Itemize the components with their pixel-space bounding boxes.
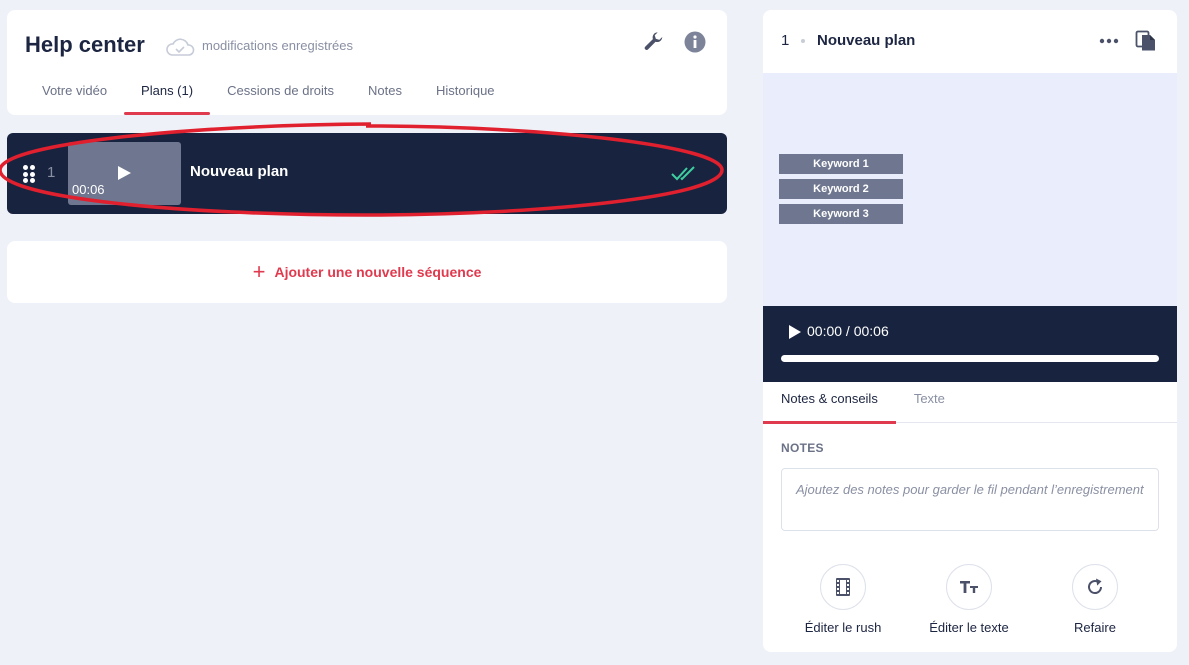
keyword-tag: Keyword 1 bbox=[779, 154, 903, 174]
add-sequence-label: Ajouter une nouvelle séquence bbox=[274, 264, 482, 280]
notes-heading: NOTES bbox=[781, 441, 824, 455]
tab-plans[interactable]: Plans (1) bbox=[124, 78, 211, 115]
header-card: Help center modifications enregistrées V… bbox=[7, 10, 727, 115]
tab-cessions-de-droits[interactable]: Cessions de droits bbox=[210, 78, 351, 115]
save-status: modifications enregistrées bbox=[202, 38, 354, 53]
panel-plan-number: 1 bbox=[781, 32, 790, 49]
play-icon[interactable] bbox=[789, 325, 801, 339]
sequence-thumbnail[interactable]: 00:06 bbox=[68, 142, 181, 205]
double-check-icon bbox=[671, 166, 695, 181]
tab-votre-video[interactable]: Votre vidéo bbox=[25, 78, 124, 115]
copy-icon[interactable] bbox=[1135, 30, 1157, 52]
panel-tabs: Notes & conseils Texte bbox=[763, 382, 1177, 424]
text-format-icon bbox=[960, 581, 978, 593]
tab-historique[interactable]: Historique bbox=[419, 78, 512, 115]
notes-input[interactable] bbox=[781, 468, 1159, 531]
more-options-icon[interactable] bbox=[1098, 34, 1120, 48]
tab-texte[interactable]: Texte bbox=[896, 382, 963, 423]
video-preview: Keyword 1 Keyword 2 Keyword 3 bbox=[763, 73, 1177, 306]
sequence-number: 1 bbox=[47, 164, 56, 181]
redo-button[interactable]: Refaire bbox=[1035, 564, 1155, 635]
panel-plan-title: Nouveau plan bbox=[817, 32, 916, 49]
play-icon[interactable] bbox=[118, 166, 131, 180]
info-icon[interactable] bbox=[684, 31, 706, 53]
plus-icon: + bbox=[252, 259, 266, 284]
drag-handle-icon[interactable] bbox=[23, 165, 35, 183]
film-icon bbox=[836, 578, 850, 596]
redo-label: Refaire bbox=[1074, 620, 1116, 635]
wrench-icon[interactable] bbox=[643, 31, 665, 53]
cloud-check-icon bbox=[166, 38, 195, 56]
keyword-tag: Keyword 3 bbox=[779, 204, 903, 224]
edit-rush-button[interactable]: Éditer le rush bbox=[783, 564, 903, 635]
player-time: 00:00 / 00:06 bbox=[807, 323, 889, 339]
video-player-controls: 00:00 / 00:06 bbox=[763, 306, 1177, 382]
redo-icon bbox=[1088, 578, 1102, 594]
add-sequence-button[interactable]: + Ajouter une nouvelle séquence bbox=[7, 241, 727, 303]
plan-detail-panel: 1 Nouveau plan Keyword 1 Keyword 2 Keywo… bbox=[763, 10, 1177, 652]
sequence-row[interactable]: 1 00:06 Nouveau plan bbox=[7, 133, 727, 214]
sequence-duration: 00:06 bbox=[72, 182, 105, 197]
edit-text-label: Éditer le texte bbox=[929, 620, 1009, 635]
sequence-title[interactable]: Nouveau plan bbox=[190, 163, 288, 180]
project-title: Help center bbox=[25, 32, 145, 57]
separator-dot bbox=[801, 39, 805, 43]
edit-text-button[interactable]: Éditer le texte bbox=[909, 564, 1029, 635]
tab-notes[interactable]: Notes bbox=[351, 78, 419, 115]
main-tabs: Votre vidéo Plans (1) Cessions de droits… bbox=[25, 78, 512, 115]
edit-rush-label: Éditer le rush bbox=[804, 620, 882, 635]
tab-notes-conseils[interactable]: Notes & conseils bbox=[763, 382, 896, 424]
keyword-tag: Keyword 2 bbox=[779, 179, 903, 199]
progress-bar[interactable] bbox=[781, 355, 1159, 362]
